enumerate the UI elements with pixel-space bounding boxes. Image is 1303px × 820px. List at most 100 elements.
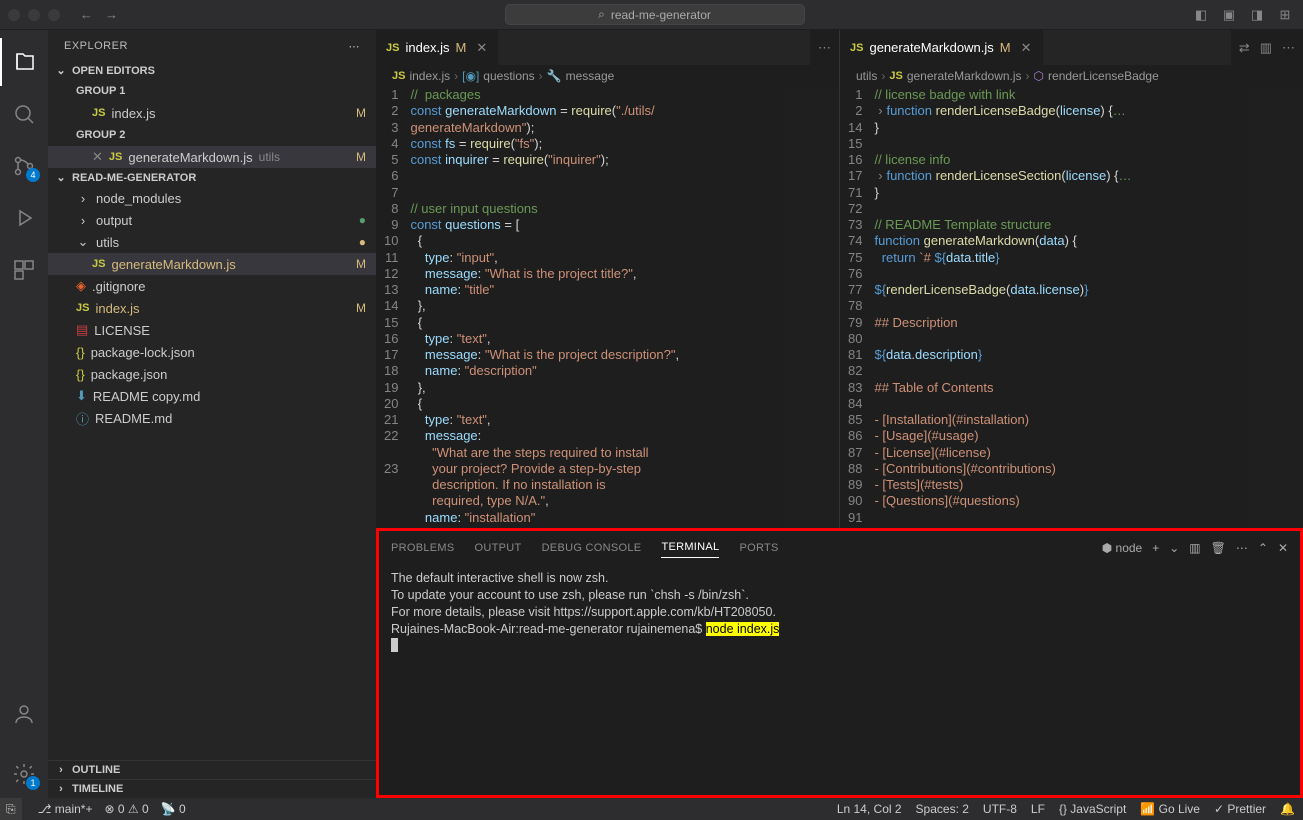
branch-indicator[interactable]: ⎇ main*+ [38,802,93,816]
folder-node-modules[interactable]: ›node_modules [48,187,376,209]
group-1-label: GROUP 1 [48,80,376,102]
tab-debug-console[interactable]: DEBUG CONSOLE [542,538,642,558]
js-icon: JS [76,302,89,314]
file-license[interactable]: ▤LICENSE [48,319,376,341]
search-activity-icon[interactable] [0,90,48,138]
search-text: read-me-generator [611,8,711,22]
timeline-section[interactable]: ›TIMELINE [48,779,376,798]
terminal-content[interactable]: The default interactive shell is now zsh… [379,558,1300,795]
js-icon: JS [850,42,863,54]
modified-badge: M [356,106,366,120]
errors-indicator[interactable]: ⊗ 0 ⚠ 0 [104,802,148,816]
scm-icon[interactable]: 4 [0,142,48,190]
accounts-icon[interactable] [0,690,48,738]
nav-arrows: ← → [80,7,118,22]
file-readme[interactable]: ⓘREADME.md [48,407,376,429]
breadcrumbs-left[interactable]: JSindex.js›[◉]questions›🔧message [376,65,839,87]
breadcrumbs-right[interactable]: utils›JSgenerateMarkdown.js›⬡renderLicen… [840,65,1303,87]
folder-output[interactable]: ›output● [48,209,376,231]
toggle-sidebar-icon[interactable]: ◧ [1191,7,1211,23]
scm-badge: 4 [26,168,40,182]
more-icon[interactable]: ⋯ [1236,541,1248,555]
prettier-indicator[interactable]: ✓ Prettier [1214,802,1266,816]
close-icon[interactable]: ✕ [92,149,103,165]
debug-icon[interactable] [0,194,48,242]
open-editor-index[interactable]: JSindex.jsM [48,102,376,124]
sidebar-title: EXPLORER⋯ [48,30,376,61]
back-icon[interactable]: ← [80,7,93,22]
diff-icon[interactable]: ⇄ [1239,40,1250,56]
terminal-line: To update your account to use zsh, pleas… [391,587,1288,604]
code-editor-right[interactable]: 1214151617717273747576777879808182838485… [840,87,1303,528]
close-dot[interactable] [8,9,20,21]
close-panel-icon[interactable]: ✕ [1278,541,1288,555]
open-editor-genmd[interactable]: ✕JSgenerateMarkdown.jsutilsM [48,146,376,168]
maximize-panel-icon[interactable]: ⌃ [1258,541,1268,555]
minimap[interactable] [1248,87,1303,528]
open-editors-section[interactable]: ⌄OPEN EDITORS [48,61,376,80]
remote-indicator[interactable]: ⎘ [0,798,22,820]
settings-icon[interactable]: 1 [0,750,48,798]
tab-terminal[interactable]: TERMINAL [661,537,719,558]
bell-icon[interactable]: 🔔 [1280,802,1295,816]
trash-icon[interactable]: 🗑 [1211,541,1226,555]
group-2-label: GROUP 2 [48,124,376,146]
json-icon: {} [76,345,85,360]
modified-mark: M [1000,40,1011,55]
split-icon[interactable]: ▥ [1260,40,1272,56]
code-editor-left[interactable]: 1234567891011121314151617181920212223 //… [376,87,839,528]
tab-output[interactable]: OUTPUT [475,538,522,558]
file-gitignore[interactable]: ◈.gitignore [48,275,376,297]
port-indicator[interactable]: 📡 0 [161,802,186,816]
zoom-dot[interactable] [48,9,60,21]
extensions-icon[interactable] [0,246,48,294]
file-index[interactable]: JSindex.jsM [48,297,376,319]
file-pkglock[interactable]: {}package-lock.json [48,341,376,363]
shell-label[interactable]: ⬢ node [1102,541,1143,555]
tab-ports[interactable]: PORTS [739,538,778,558]
tab-index[interactable]: JSindex.jsM✕ [376,30,498,65]
outline-section[interactable]: ›OUTLINE [48,760,376,779]
git-status-dot: ● [359,213,366,227]
explorer-icon[interactable] [0,38,48,86]
git-icon: ◈ [76,278,86,294]
statusbar: ⎘ ⎇ main*+ ⊗ 0 ⚠ 0 📡 0 Ln 14, Col 2 Spac… [0,798,1303,820]
layout-controls: ◧ ▣ ◨ ⊞ [1191,7,1295,23]
minimap[interactable] [784,87,839,528]
language-indicator[interactable]: {} JavaScript [1059,802,1126,816]
file-pkg[interactable]: {}package.json [48,363,376,385]
new-terminal-icon[interactable]: + [1152,541,1159,555]
js-icon: JS [109,151,122,163]
more-icon[interactable]: ⋯ [349,40,361,53]
editor-left: JSindex.jsM✕ ⋯ JSindex.js›[◉]questions›🔧… [376,30,840,528]
terminal-prompt-line: Rujaines-MacBook-Air:read-me-generator r… [391,621,1288,638]
project-section[interactable]: ⌄READ-ME-GENERATOR [48,168,376,187]
folder-utils[interactable]: ⌄utils● [48,231,376,253]
js-icon: JS [386,42,399,54]
split-terminal-icon[interactable]: ▥ [1189,541,1200,555]
minimize-dot[interactable] [28,9,40,21]
info-icon: ⓘ [76,409,89,428]
golive-button[interactable]: 📶 Go Live [1140,802,1200,816]
search-icon: ⌕ [598,7,605,22]
cursor-position[interactable]: Ln 14, Col 2 [837,802,902,816]
toggle-secondary-icon[interactable]: ◨ [1247,7,1267,23]
dropdown-icon[interactable]: ⌄ [1169,541,1179,555]
close-tab-icon[interactable]: ✕ [1021,40,1032,56]
eol-indicator[interactable]: LF [1031,802,1045,816]
layout-icon[interactable]: ⊞ [1275,7,1295,23]
tab-problems[interactable]: PROBLEMS [391,538,455,558]
more-icon[interactable]: ⋯ [818,40,831,56]
settings-badge: 1 [26,776,40,790]
tab-genmd[interactable]: JSgenerateMarkdown.jsM✕ [840,30,1043,65]
js-icon: JS [392,70,405,82]
file-readme-copy[interactable]: ⬇README copy.md [48,385,376,407]
encoding-indicator[interactable]: UTF-8 [983,802,1017,816]
file-genmd[interactable]: JSgenerateMarkdown.jsM [48,253,376,275]
command-center[interactable]: ⌕ read-me-generator [505,4,805,25]
indent-indicator[interactable]: Spaces: 2 [916,802,969,816]
forward-icon[interactable]: → [105,7,118,22]
more-icon[interactable]: ⋯ [1282,40,1295,56]
toggle-panel-icon[interactable]: ▣ [1219,7,1239,23]
close-tab-icon[interactable]: ✕ [476,40,487,56]
